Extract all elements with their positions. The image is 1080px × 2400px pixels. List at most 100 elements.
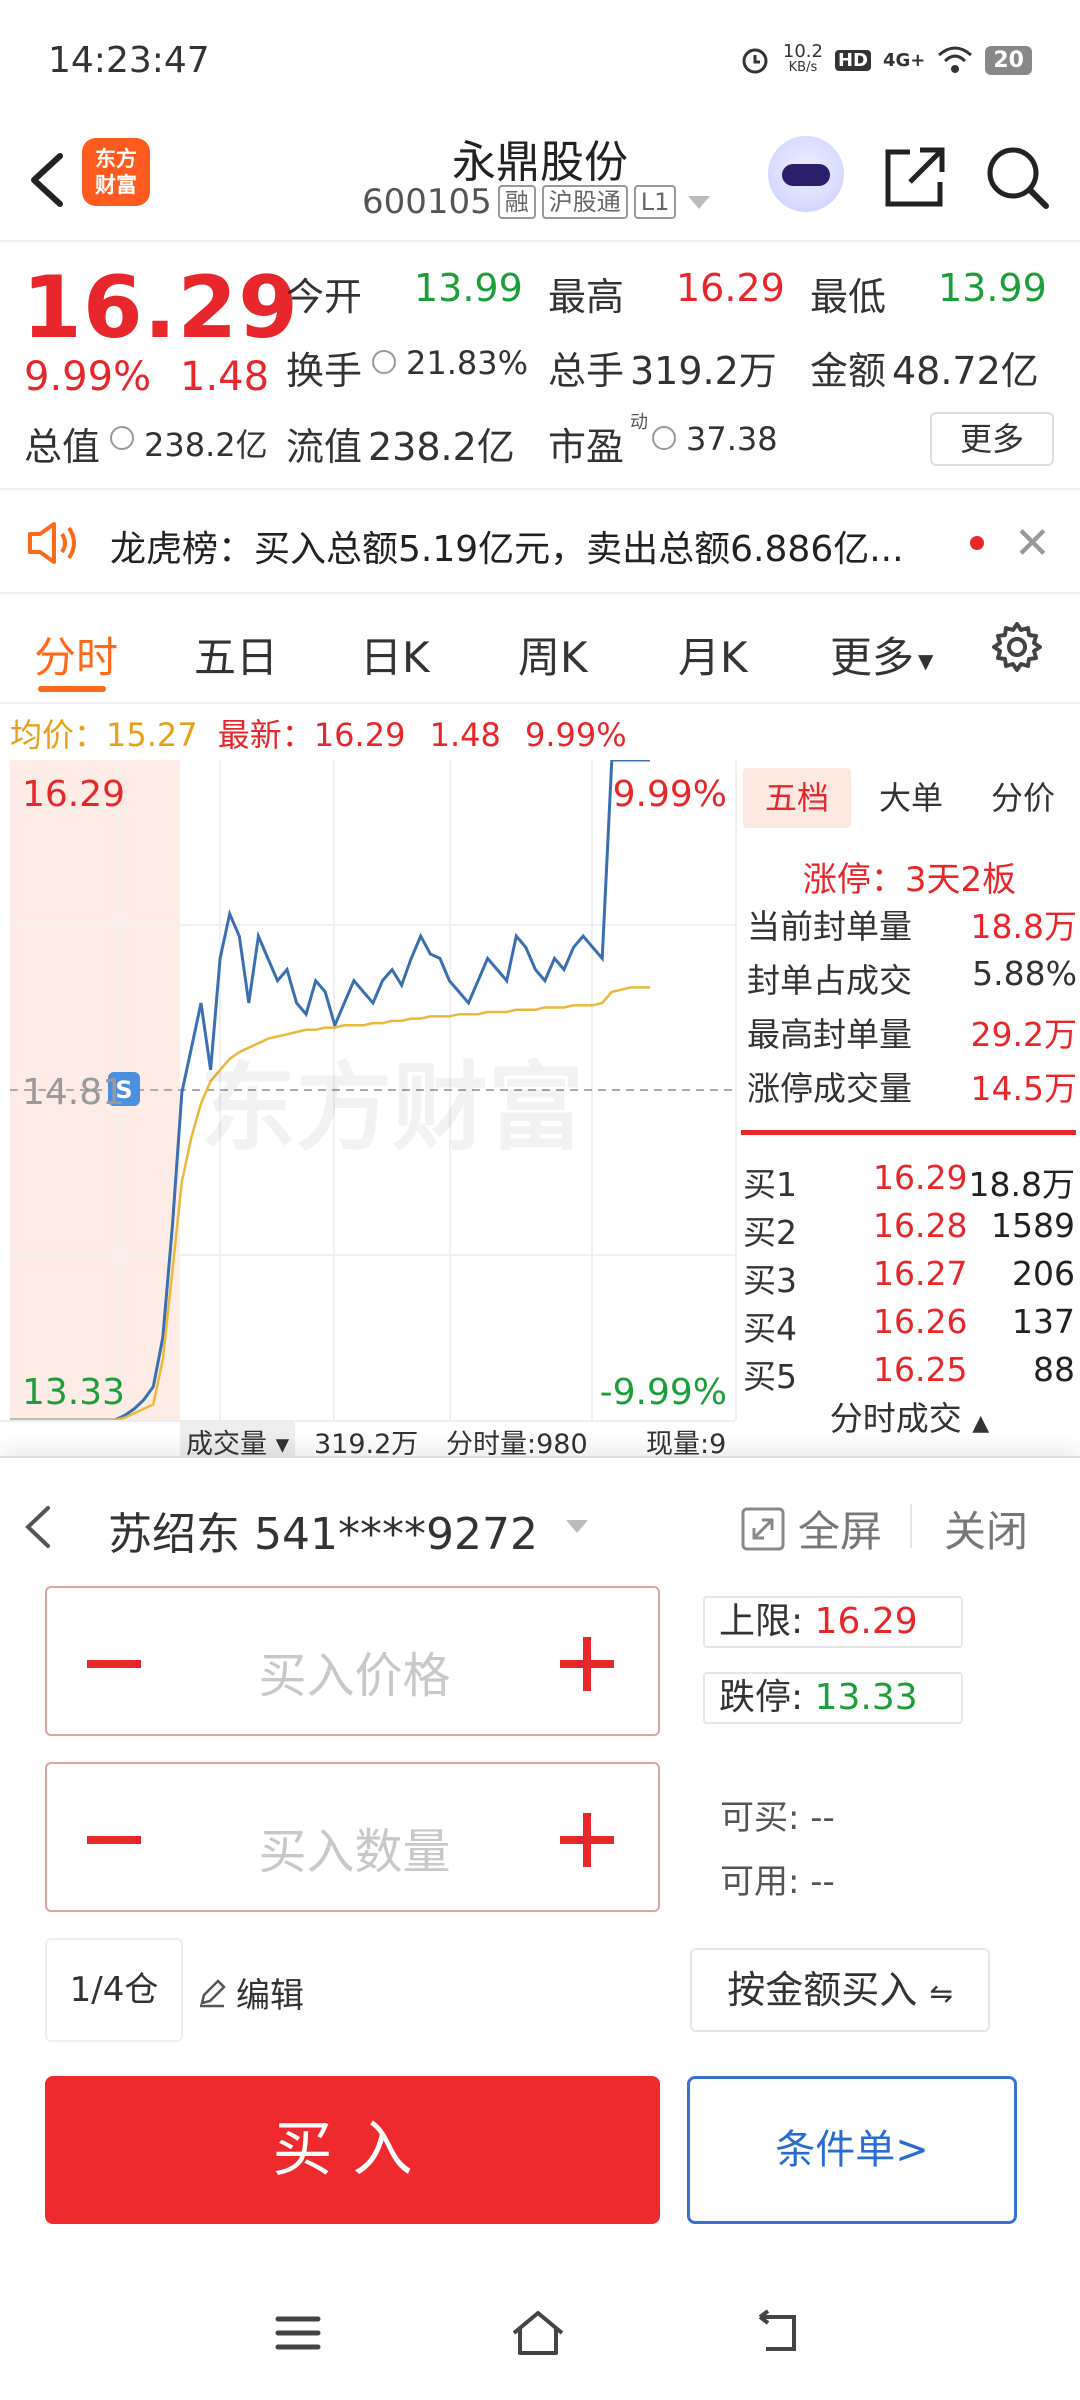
volume-label: 总手 [548, 349, 625, 393]
tab-more[interactable]: 更多 ▼ [830, 624, 933, 685]
tab-weekly-k[interactable]: 周K [518, 624, 588, 685]
pencil-icon [200, 1978, 226, 2007]
account-selector[interactable]: 苏绍东 541****9272 [108, 1498, 538, 1562]
bid-row[interactable]: 买4 16.26 137 [743, 1302, 1077, 1350]
caret-down-icon: ▼ [918, 648, 934, 673]
last-price: 16.29 [22, 258, 300, 358]
float-value: 238.2亿 [368, 425, 515, 469]
fullscreen-button[interactable]: 全屏 [740, 1498, 882, 1559]
tab-monthly-k[interactable]: 月K [678, 624, 748, 685]
low-value: 13.99 [938, 266, 1047, 310]
volume-value: 319.2万 [630, 349, 777, 393]
turnover-value: 21.83% [406, 344, 529, 382]
chart-info-row: 均价：15.27 最新：16.29 1.48 9.99% [10, 716, 627, 754]
stock-code: 600105 [362, 182, 492, 222]
notice-text: 龙虎榜：买入总额5.19亿元，卖出总额6.886亿... [110, 529, 904, 570]
divider [910, 1504, 912, 1548]
gear-icon[interactable] [990, 620, 1044, 674]
info-icon[interactable] [110, 426, 134, 450]
signal-icon: 4G+ [882, 49, 926, 71]
upper-limit-box[interactable]: 上限: 16.29 [703, 1596, 963, 1648]
buy-button[interactable]: 买入 [45, 2076, 660, 2224]
limit-up-title: 涨停：3天2板 [802, 860, 1017, 900]
tag-level: L1 [633, 185, 677, 219]
close-panel-button[interactable]: 关闭 [944, 1498, 1028, 1559]
latest-percent: 9.99% [525, 716, 627, 754]
change-amount: 1.48 [180, 354, 270, 400]
order-panel: 苏绍东 541****9272 全屏 关闭 买入价格 买入数量 上限: 16.2… [0, 1456, 1080, 2400]
tag-margin: 融 [497, 185, 536, 219]
robot-face [782, 164, 830, 186]
amount-label: 金额 [810, 349, 887, 393]
more-quote-button[interactable]: 更多 [930, 412, 1054, 466]
app-logo[interactable]: 东方 财富 [82, 138, 150, 206]
order-book: 五档 大单 分价 涨停：3天2板 当前封单量 18.8万 封单占成交 5.88% 最… [735, 760, 1080, 1438]
tab-price-dist[interactable]: 分价 [969, 768, 1077, 828]
open-value: 13.99 [414, 266, 523, 310]
notice-bar[interactable]: 龙虎榜：买入总额5.19亿元，卖出总额6.886亿... ✕ [0, 490, 1080, 594]
info-icon[interactable] [652, 426, 676, 450]
price-input[interactable]: 买入价格 [47, 1636, 662, 1706]
y-label-bottom: 13.33 [22, 1372, 126, 1413]
caret-up-icon: ▲ [972, 1411, 990, 1436]
conditional-order-button[interactable]: 条件单> [687, 2076, 1017, 2224]
y-label-mid: 14.81 [22, 1072, 126, 1113]
assistant-robot-icon[interactable] [768, 136, 844, 212]
alarm-icon [742, 48, 768, 74]
share-icon[interactable] [880, 142, 950, 212]
can-use: 可用: -- [720, 1862, 835, 1902]
quote-panel: 16.29 9.99% 1.48 今开 13.99 最高 16.29 最低 13… [0, 244, 1080, 490]
search-icon[interactable] [982, 142, 1052, 212]
wifi-icon [938, 46, 973, 73]
home-icon[interactable] [508, 2303, 568, 2363]
plus-icon [583, 1637, 591, 1691]
turnover-label: 换手 [286, 349, 363, 393]
bid-row[interactable]: 买2 16.28 1589 [743, 1206, 1077, 1254]
stock-header: 永鼎股份 东方 财富 600105 融 沪股通 L1 [0, 120, 1080, 242]
chart-tabs: 分时 五日 日K 周K 月K 更多 ▼ [0, 594, 1080, 704]
tick-trades-button[interactable]: 分时成交 ▲ [737, 1392, 1080, 1440]
price-stepper: 买入价格 [45, 1586, 660, 1736]
plus-icon [583, 1813, 591, 1867]
info-icon[interactable] [372, 350, 396, 374]
y-label-top: 16.29 [22, 774, 126, 815]
back-button[interactable] [22, 150, 72, 210]
change-percent: 9.99% [24, 354, 152, 400]
watermark: 东方财富 [200, 1052, 584, 1164]
stock-code-row[interactable]: 600105 融 沪股通 L1 [362, 182, 711, 222]
close-icon[interactable]: ✕ [1014, 518, 1051, 569]
quantity-input[interactable]: 买入数量 [47, 1812, 662, 1882]
net-speed: 10.2 KB/s [782, 41, 823, 76]
bid-row[interactable]: 买3 16.27 206 [743, 1254, 1077, 1302]
expand-icon [741, 1507, 785, 1550]
swap-icon: ⇋ [929, 1977, 953, 2010]
position-quarter-button[interactable]: 1/4仓 [45, 1938, 183, 2042]
lower-limit-box[interactable]: 跌停: 13.33 [703, 1672, 963, 1724]
chevron-down-icon[interactable] [566, 1520, 588, 1533]
chevron-left-icon[interactable] [20, 1502, 56, 1552]
float-label: 流值 [286, 425, 363, 469]
book-divider [741, 1130, 1076, 1135]
mktcap-label: 总值 [24, 425, 101, 469]
low-label: 最低 [810, 275, 887, 319]
bid-row[interactable]: 买1 16.29 18.8万 [743, 1158, 1077, 1206]
tab-daily-k[interactable]: 日K [360, 624, 430, 685]
open-label: 今开 [286, 275, 363, 319]
bid-row[interactable]: 买5 16.25 88 [743, 1350, 1077, 1398]
tab-intraday[interactable]: 分时 [34, 624, 118, 685]
buy-by-amount-button[interactable]: 按金额买入 ⇋ [690, 1948, 990, 2032]
tab-big-orders[interactable]: 大单 [857, 768, 965, 828]
mktcap-value: 238.2亿 [144, 426, 268, 464]
tab-five-levels[interactable]: 五档 [743, 768, 851, 828]
pct-label-top: 9.99% [612, 774, 727, 815]
amount-value: 48.72亿 [892, 349, 1039, 393]
status-icons: 10.2 KB/s HD 4G+ 20 [739, 40, 1032, 80]
intraday-chart[interactable]: S 东方财富 16.29 14.81 13.33 9.99% -9.99% [10, 760, 735, 1420]
status-bar: 14:23:47 10.2 KB/s HD 4G+ 20 [0, 0, 1080, 120]
menu-icon[interactable] [268, 2303, 328, 2363]
back-nav-icon[interactable] [748, 2303, 808, 2363]
high-value: 16.29 [676, 266, 785, 310]
edit-button[interactable]: 编辑 [196, 1968, 304, 2017]
speaker-icon [28, 522, 76, 564]
tab-five-day[interactable]: 五日 [194, 624, 278, 685]
